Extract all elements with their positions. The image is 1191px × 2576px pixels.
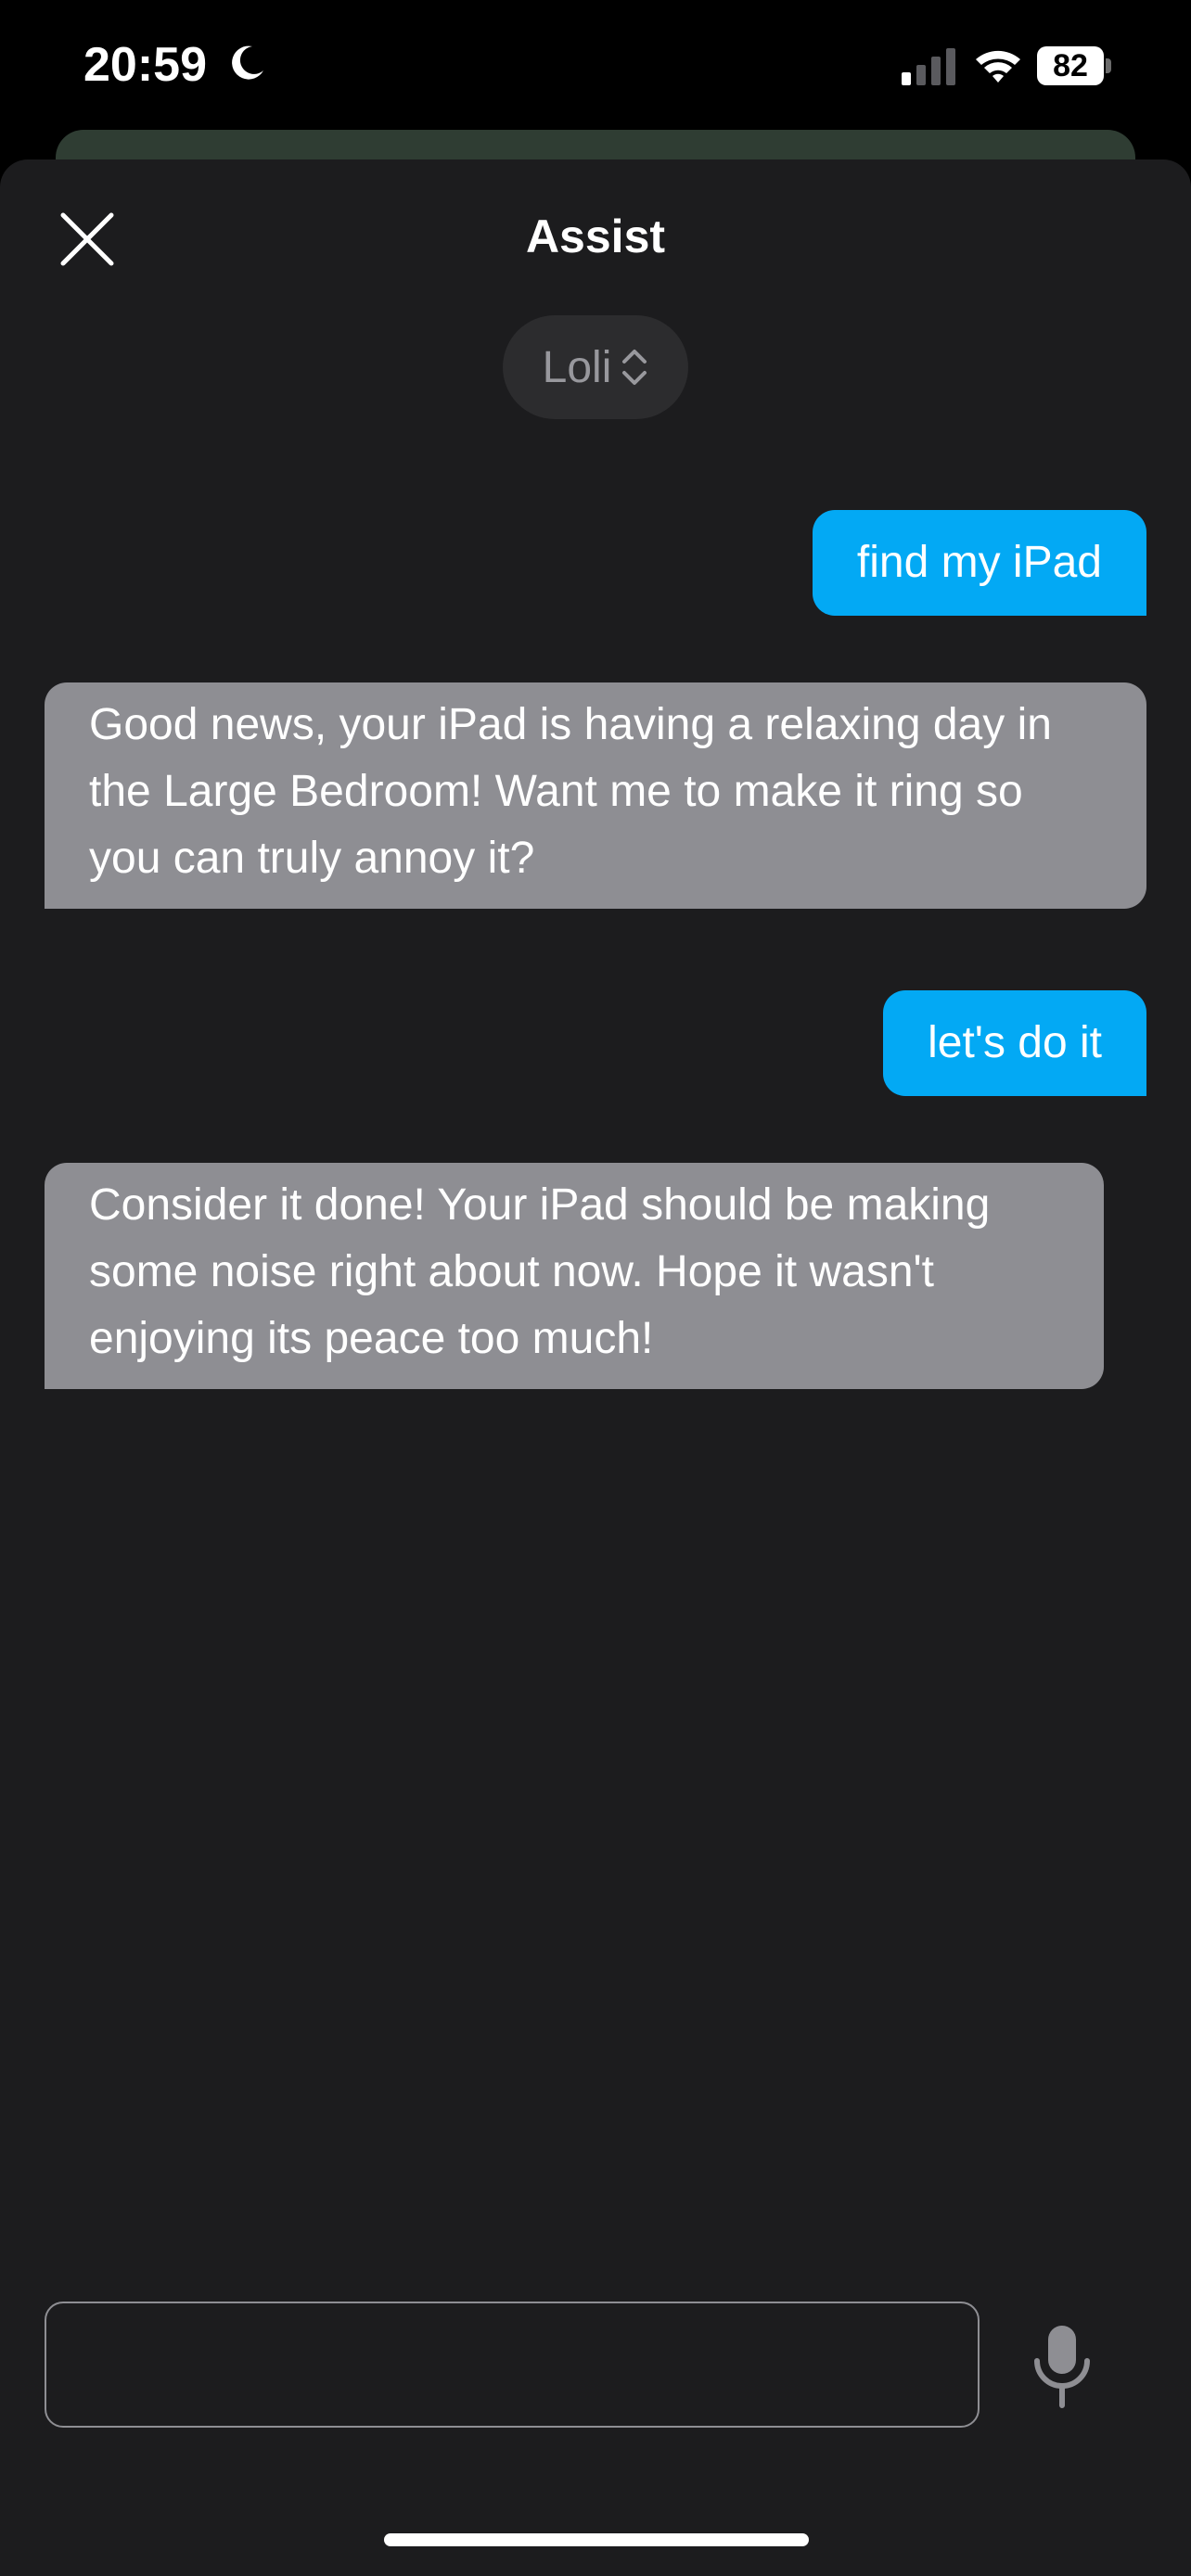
signal-icon — [902, 48, 955, 85]
status-bar: 20:59 82 — [0, 0, 1191, 139]
home-indicator — [384, 2533, 809, 2546]
user-message: let's do it — [883, 990, 1146, 1096]
microphone-icon[interactable] — [1030, 2320, 1095, 2413]
assistant-message: Good news, your iPad is having a relaxin… — [45, 682, 1146, 909]
battery-icon: 82 — [1037, 46, 1111, 85]
page-title: Assist — [525, 210, 666, 262]
assistant-message: Consider it done! Your iPad should be ma… — [45, 1163, 1104, 1389]
moon-icon — [232, 45, 263, 80]
battery-level: 82 — [1037, 46, 1104, 85]
message-input[interactable] — [45, 2302, 980, 2428]
chevron-updown-icon — [622, 350, 647, 385]
wifi-icon — [976, 50, 1020, 83]
battery-tip — [1106, 58, 1111, 73]
pipeline-selector[interactable]: Loli — [503, 315, 688, 419]
pipeline-label: Loli — [542, 342, 612, 392]
user-message: find my iPad — [812, 510, 1146, 616]
status-time: 20:59 — [83, 38, 207, 92]
